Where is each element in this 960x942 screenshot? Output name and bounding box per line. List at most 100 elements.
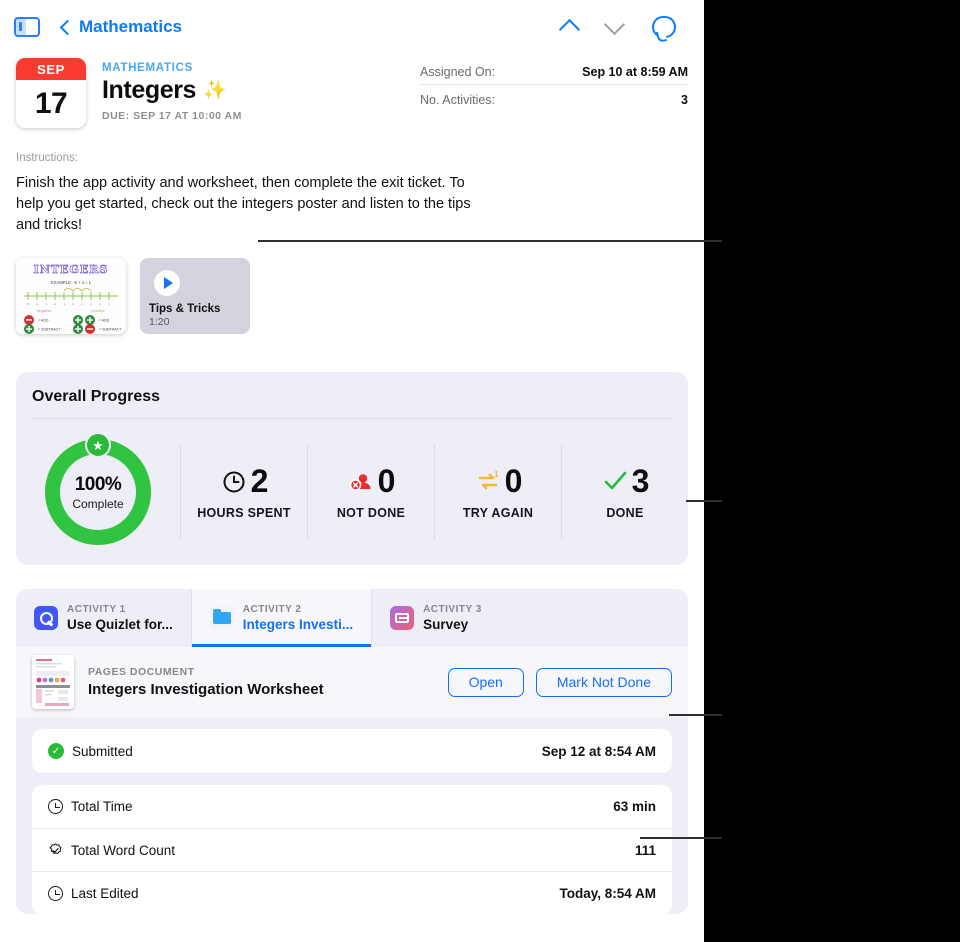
badge-check-icon	[49, 842, 62, 854]
instructions-section: Instructions: Finish the app activity an…	[0, 128, 704, 236]
clock-icon	[48, 799, 63, 814]
svg-text:-2: -2	[54, 302, 57, 306]
tab-label: Use Quizlet for...	[67, 617, 173, 632]
callout-line-total-time	[640, 837, 722, 839]
stat-label: HOURS SPENT	[197, 505, 291, 520]
svg-text:INTEGERS: INTEGERS	[34, 263, 109, 276]
chevron-up-icon[interactable]	[558, 18, 581, 41]
detail-label: Total Word Count	[71, 842, 176, 858]
check-icon	[604, 471, 626, 489]
sparkle-icon: ✨	[203, 80, 227, 101]
stat-value: 0	[504, 462, 523, 499]
svg-text:EXAMPLE: -5 + 4 = 1: EXAMPLE: -5 + 4 = 1	[51, 280, 92, 285]
due-month: SEP	[16, 58, 86, 80]
svg-text:= ADD: = ADD	[38, 319, 49, 323]
callout-line-mark-not-done	[669, 714, 722, 716]
stat-not-done: 0 NOT DONE	[307, 444, 434, 540]
navigation-bar: Mathematics	[0, 0, 704, 54]
tab-activity-3[interactable]: ACTIVITY 3 Survey	[372, 589, 500, 647]
screenshot-root: Mathematics SEP 17 MATHEMATICS Integers …	[0, 0, 960, 942]
comment-bubble-icon[interactable]	[652, 16, 676, 38]
svg-text:-5: -5	[27, 302, 30, 306]
meta-key: No. Activities:	[420, 93, 496, 107]
mark-not-done-button[interactable]: Mark Not Done	[535, 667, 672, 697]
meta-key: Assigned On:	[420, 65, 496, 79]
tab-activity-2[interactable]: ACTIVITY 2 Integers Investi...	[191, 589, 373, 647]
svg-text:negative: negative	[36, 308, 52, 313]
detail-row-last-edited: Last Edited Today, 8:54 AM	[32, 871, 672, 914]
svg-text:= SUBTRACT: = SUBTRACT	[99, 328, 122, 332]
back-to-mathematics-button[interactable]: Mathematics	[59, 17, 182, 37]
assignment-titles: MATHEMATICS Integers ✨ DUE: SEP 17 AT 10…	[102, 58, 242, 128]
pages-document-thumbnail[interactable]	[32, 655, 74, 709]
activity-tabs: ACTIVITY 1 Use Quizlet for... ACTIVITY 2…	[16, 589, 688, 647]
progress-card-title: Overall Progress	[32, 388, 161, 405]
detail-label: Last Edited	[71, 885, 139, 901]
progress-ring: ★ 100% Complete	[45, 432, 151, 545]
callout-line-progress	[686, 500, 722, 502]
detail-value: 63 min	[613, 799, 656, 814]
svg-text:= ADD: = ADD	[99, 319, 110, 323]
tab-label: Integers Investi...	[242, 617, 354, 632]
nav-actions	[558, 13, 688, 41]
activity-card: ACTIVITY 1 Use Quizlet for... ACTIVITY 2…	[16, 589, 688, 914]
stat-hours-spent: 2 HOURS SPENT	[180, 444, 307, 540]
sidebar-toggle-icon[interactable]	[14, 17, 40, 37]
stat-label: DONE	[606, 505, 644, 520]
document-kind: PAGES DOCUMENT	[88, 666, 195, 678]
due-text: DUE: SEP 17 AT 10:00 AM	[102, 110, 242, 122]
submitted-time: Sep 12 at 8:54 AM	[541, 743, 656, 759]
integers-poster-thumbnail[interactable]: INTEGERS EXAMPLE: -5 + 4 = 1 -5 -4 -3 -2 -1…	[16, 258, 126, 334]
meta-value: Sep 10 at 8:59 AM	[582, 65, 688, 79]
course-name: MATHEMATICS	[102, 62, 193, 74]
detail-value: 111	[634, 842, 656, 858]
detail-value: Today, 8:54 AM	[559, 885, 656, 901]
survey-icon	[390, 606, 415, 630]
instructions-body: Finish the app activity and worksheet, t…	[16, 175, 471, 233]
stat-done: 3 DONE	[561, 444, 688, 540]
detail-row-word-count: Total Word Count 111	[32, 828, 672, 871]
play-icon[interactable]	[154, 270, 180, 296]
clock-icon	[223, 471, 245, 492]
svg-text:= SUBTRACT: = SUBTRACT	[38, 328, 61, 332]
page-title: Integers	[102, 76, 197, 104]
open-button[interactable]: Open	[447, 667, 524, 697]
meta-row: No. Activities: 3	[420, 84, 688, 112]
document-name: Integers Investigation Worksheet	[88, 681, 324, 698]
app-window: Mathematics SEP 17 MATHEMATICS Integers …	[0, 0, 704, 942]
due-day: 17	[34, 87, 68, 120]
meta-value: 3	[681, 93, 688, 107]
progress-body: ★ 100% Complete 2 HOURS SPENT 0 NOT DONE…	[16, 419, 688, 565]
assignment-meta: Assigned On: Sep 10 at 8:59 AM No. Activ…	[420, 58, 688, 128]
folder-icon	[209, 606, 234, 630]
attachments-row: INTEGERS EXAMPLE: -5 + 4 = 1 -5 -4 -3 -2 -1…	[0, 236, 704, 334]
overall-progress-card: Overall Progress ★ 100% Complete 2 HOURS…	[16, 372, 688, 565]
chevron-left-icon	[59, 19, 76, 35]
submitted-check-icon: ✓	[48, 743, 64, 759]
submitted-label: Submitted	[72, 743, 133, 759]
not-done-icon	[349, 473, 371, 491]
tips-and-tricks-video-card[interactable]: Tips & Tricks 1:20	[140, 258, 250, 334]
progress-ring-wrap: ★ 100% Complete	[16, 432, 180, 545]
document-actions: Open Mark Not Done	[447, 667, 672, 697]
progress-stats: 2 HOURS SPENT 0 NOT DONE 1 0 TRY AGAIN 3…	[180, 444, 688, 540]
svg-text:positive: positive	[91, 308, 105, 313]
document-row: PAGES DOCUMENT Integers Investigation Wo…	[16, 647, 688, 717]
stat-label: TRY AGAIN	[462, 505, 534, 520]
activity-details-list: Total Time 63 min Total Word Count 111 L…	[32, 785, 672, 914]
instructions-label: Instructions:	[16, 152, 78, 164]
tab-activity-1[interactable]: ACTIVITY 1 Use Quizlet for...	[16, 589, 192, 647]
tab-eyebrow: ACTIVITY 1	[67, 604, 126, 615]
submitted-row: ✓ Submitted Sep 12 at 8:54 AM	[32, 729, 672, 773]
progress-ring-center: 100% Complete	[60, 454, 136, 530]
video-duration: 1:20	[149, 316, 170, 328]
progress-percent-label: Complete	[72, 496, 124, 511]
detail-label: Total Time	[71, 799, 133, 814]
stat-value: 3	[631, 462, 650, 499]
chevron-down-icon[interactable]	[603, 13, 626, 36]
clock-icon	[48, 885, 63, 901]
assignment-header: SEP 17 MATHEMATICS Integers ✨ DUE: SEP 1…	[0, 54, 704, 128]
svg-text:1: 1	[494, 470, 499, 479]
tab-eyebrow: ACTIVITY 2	[242, 604, 302, 615]
back-label: Mathematics	[79, 17, 182, 36]
